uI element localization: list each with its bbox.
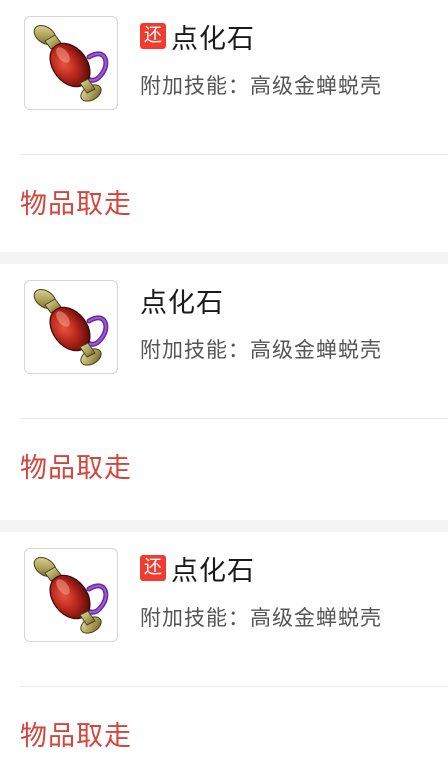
skill-value: 高级金蝉蜕壳 (250, 74, 382, 98)
item-skill: 附加技能：高级金蝉蜕壳 (140, 70, 382, 100)
item-row[interactable]: 还 点化石 附加技能：高级金蝉蜕壳 (20, 532, 448, 687)
skill-label: 附加技能： (140, 338, 250, 362)
take-item-button[interactable]: 物品取走 (20, 446, 132, 485)
item-name: 点化石 (171, 555, 255, 587)
item-skill: 附加技能：高级金蝉蜕壳 (140, 334, 382, 364)
item-title: 点化石 (140, 282, 224, 319)
item-card: 还 点化石 附加技能：高级金蝉蜕壳 物品取走 (0, 532, 448, 782)
item-list: 还 点化石 附加技能：高级金蝉蜕壳 物品取走 点化石 附加技能：高级金蝉蜕壳 物… (0, 0, 448, 782)
skill-value: 高级金蝉蜕壳 (250, 338, 382, 362)
return-badge: 还 (140, 23, 166, 49)
item-title: 还 点化石 (140, 18, 255, 55)
potion-bottle-icon (24, 16, 118, 110)
skill-value: 高级金蝉蜕壳 (250, 606, 382, 630)
item-skill: 附加技能：高级金蝉蜕壳 (140, 602, 382, 632)
item-name: 点化石 (171, 23, 255, 55)
item-card: 还 点化石 附加技能：高级金蝉蜕壳 物品取走 (0, 0, 448, 252)
item-title: 还 点化石 (140, 550, 255, 587)
potion-bottle-icon (24, 280, 118, 374)
item-row[interactable]: 还 点化石 附加技能：高级金蝉蜕壳 (20, 0, 448, 155)
take-item-button[interactable]: 物品取走 (20, 182, 132, 221)
item-name: 点化石 (140, 287, 224, 319)
take-item-button[interactable]: 物品取走 (20, 714, 132, 753)
item-card: 点化石 附加技能：高级金蝉蜕壳 物品取走 (0, 264, 448, 520)
potion-bottle-icon (24, 548, 118, 642)
return-badge: 还 (140, 555, 166, 581)
skill-label: 附加技能： (140, 606, 250, 630)
skill-label: 附加技能： (140, 74, 250, 98)
item-row[interactable]: 点化石 附加技能：高级金蝉蜕壳 (20, 264, 448, 419)
